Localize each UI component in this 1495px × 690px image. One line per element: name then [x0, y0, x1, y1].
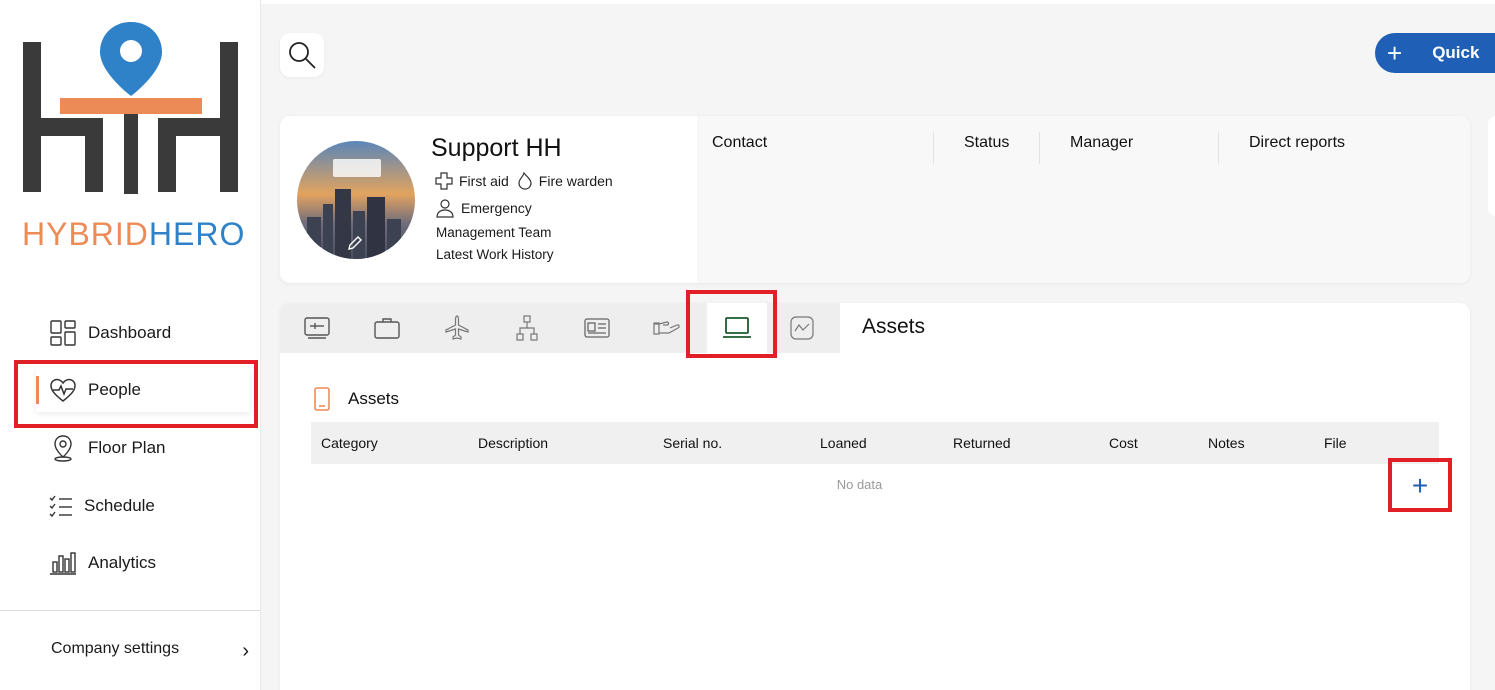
phone-icon [314, 387, 330, 416]
column-status: Status [964, 134, 1010, 151]
chart-icon [790, 316, 814, 340]
sidebar-item-people[interactable]: People [36, 368, 250, 412]
search-icon [289, 42, 316, 69]
tab-hand[interactable] [637, 303, 697, 353]
column-divider [1039, 132, 1040, 164]
company-settings-label: Company settings [51, 640, 180, 657]
sidebar-item-label: Schedule [84, 496, 155, 515]
profile-details-panel: Contact Status Manager Direct reports [697, 116, 1470, 283]
company-settings-link[interactable]: Company settings › [51, 640, 251, 662]
side-panel-edge [1488, 116, 1495, 216]
tab-org-chart[interactable] [497, 303, 557, 353]
tab-assets[interactable] [707, 303, 767, 353]
id-card-icon [584, 318, 610, 338]
flame-icon [517, 172, 533, 190]
badge-fire-warden: Fire warden [538, 173, 613, 189]
chevron-right-icon: › [242, 640, 249, 662]
badge-first-aid: First aid [459, 173, 509, 189]
top-edge [261, 0, 1495, 4]
column-header-returned[interactable]: Returned [953, 435, 1011, 451]
column-header-loaned[interactable]: Loaned [820, 435, 867, 451]
profile-badges: First aid Fire warden [435, 172, 613, 190]
column-header-category[interactable]: Category [321, 435, 378, 451]
avatar-overlay-badge [333, 159, 381, 177]
column-header-cost[interactable]: Cost [1109, 435, 1138, 451]
profile-name: Support HH [431, 134, 562, 162]
column-header-file[interactable]: File [1324, 435, 1347, 451]
user-icon [435, 198, 455, 218]
column-header-notes[interactable]: Notes [1208, 435, 1245, 451]
desk-icon [304, 317, 330, 339]
profile-card: Support HH First aid Fire warden Emergen… [280, 116, 1470, 283]
search-button[interactable] [280, 33, 324, 77]
tab-chart[interactable] [772, 303, 832, 353]
column-contact: Contact [712, 134, 768, 151]
logo-wordmark: HYBRIDHERO [22, 216, 245, 253]
sidebar-item-label: Analytics [88, 553, 157, 572]
sidebar-item-label: People [88, 380, 141, 399]
sidebar-item-floor-plan[interactable]: Floor Plan [36, 426, 250, 470]
tab-strip [280, 303, 840, 353]
column-header-description[interactable]: Description [478, 435, 548, 451]
airplane-icon [445, 315, 469, 340]
add-asset-button[interactable]: + [1402, 468, 1438, 504]
sidebar-item-schedule[interactable]: Schedule [36, 484, 250, 528]
heart-pulse-icon [48, 375, 78, 405]
org-chart-icon [516, 315, 538, 341]
sidebar-item-label: Floor Plan [88, 438, 166, 457]
tab-desk[interactable] [287, 303, 347, 353]
sidebar-item-dashboard[interactable]: Dashboard [36, 311, 250, 355]
quick-label: Quick [1432, 43, 1480, 62]
section-title: Assets [348, 389, 400, 408]
assets-table-header: Category Description Serial no. Loaned R… [311, 422, 1439, 464]
profile-emergency[interactable]: Emergency [435, 198, 532, 218]
quick-add-button[interactable]: + Quick [1375, 33, 1495, 73]
hand-icon [653, 321, 680, 335]
team-label: Management Team [436, 225, 552, 240]
edit-pencil-icon[interactable] [347, 235, 363, 251]
logo-text-hero: HERO [148, 216, 246, 252]
tab-briefcase[interactable] [357, 303, 417, 353]
briefcase-icon [374, 318, 400, 339]
column-direct-reports: Direct reports [1249, 134, 1346, 151]
sidebar: HYBRIDHERO Dashboard People Floor Plan S… [0, 0, 261, 690]
tab-title: Assets [862, 315, 926, 338]
first-aid-cross-icon [435, 172, 453, 190]
emergency-label: Emergency [461, 200, 532, 216]
column-manager: Manager [1070, 134, 1134, 151]
work-history-link[interactable]: Latest Work History [436, 247, 554, 262]
empty-state: No data [836, 477, 883, 492]
dashboard-icon [48, 318, 78, 348]
column-header-serial[interactable]: Serial no. [663, 435, 722, 451]
sidebar-item-analytics[interactable]: Analytics [36, 541, 250, 585]
column-divider [933, 132, 934, 164]
tab-id-card[interactable] [567, 303, 627, 353]
tab-travel[interactable] [427, 303, 487, 353]
sidebar-item-label: Dashboard [88, 323, 172, 342]
location-pin-icon [48, 433, 78, 463]
content-card: Assets Assets Category Description Seria… [280, 303, 1470, 690]
column-divider [1218, 132, 1219, 164]
sidebar-divider [0, 610, 260, 611]
checklist-icon [46, 491, 76, 521]
logo-text-hybrid: HYBRID [22, 216, 149, 252]
laptop-icon [723, 317, 751, 338]
avatar[interactable] [297, 141, 415, 259]
bar-chart-icon [48, 548, 78, 578]
plus-icon: + [1387, 38, 1403, 68]
